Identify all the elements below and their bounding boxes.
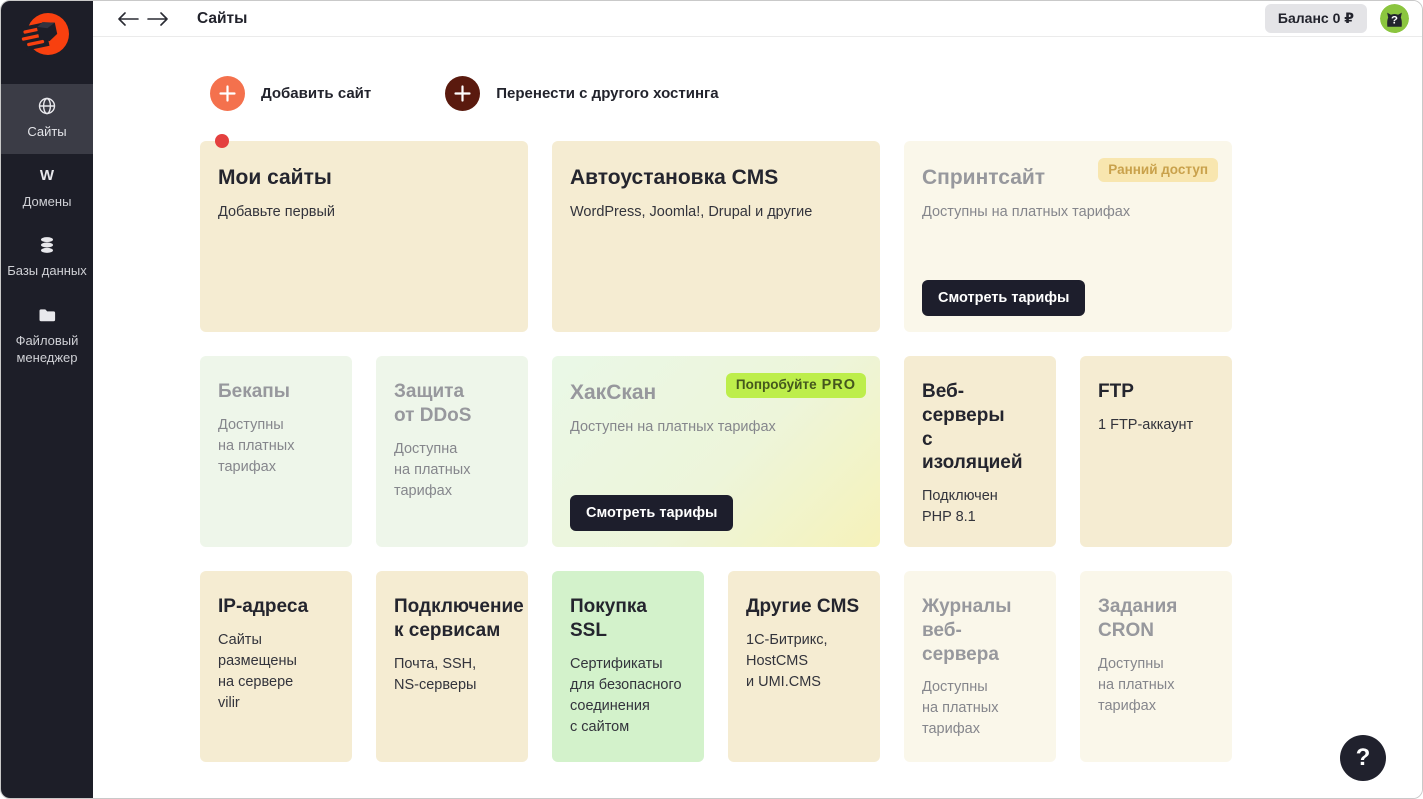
card-subtitle: WordPress, Joomla!, Drupal и другие [570,202,862,223]
card-subtitle: 1 FTP-аккаунт [1098,415,1214,436]
sidebar-item-label: Домены [23,194,72,209]
card-title: Защита от DDoS [394,380,510,428]
card-title: IP-адреса [218,595,334,619]
card-subtitle: Сертификаты для безопасного соединения с… [570,654,686,738]
card-title: Бекапы [218,380,334,404]
card-title: FTP [1098,380,1214,404]
card-ip-addresses[interactable]: IP-адреса Сайты размещены на сервере vil… [200,571,352,762]
card-title: Подключение к сервисам [394,595,510,643]
card-my-sites[interactable]: Мои сайты Добавьте первый [200,141,528,332]
card-ftp[interactable]: FTP 1 FTP-аккаунт [1080,356,1232,547]
card-title: Покупка SSL [570,595,686,643]
action-label: Перенести с другого хостинга [496,85,718,102]
card-subtitle: Добавьте первый [218,202,510,223]
sidebar-nav: Сайты W Домены Базы данных Файловый мене… [1,84,93,380]
card-other-cms[interactable]: Другие CMS 1С-Битрикс, HostCMS и UMI.CMS [728,571,880,762]
content: Добавить сайт Перенести с другого хостин… [93,37,1422,762]
hackscan-badge: ПопробуйтеPRO [726,373,866,398]
main-area: Сайты Баланс 0 ₽ ? Добавить сайт Перенес… [93,1,1422,798]
actions-row: Добавить сайт Перенести с другого хостин… [210,76,1422,111]
app-window: Сайты W Домены Базы данных Файловый мене… [0,0,1423,799]
action-label: Добавить сайт [261,85,371,102]
folder-icon [7,305,87,325]
card-subtitle: Подключен PHP 8.1 [922,486,1038,528]
card-subtitle: Доступны на платных тарифах [922,202,1214,223]
card-subtitle: Доступна на платных тарифах [394,439,510,502]
cards-grid: Мои сайты Добавьте первый Автоустановка … [200,141,1422,762]
card-title: Журналы веб-сервера [922,595,1038,666]
card-subtitle: 1С-Битрикс, HostCMS и UMI.CMS [746,630,862,693]
sprintsite-badge: Ранний доступ [1098,158,1218,182]
back-button[interactable] [113,7,143,31]
card-subtitle: Почта, SSH, NS-серверы [394,654,510,696]
sidebar-item-label: Сайты [27,124,66,139]
card-ssl-purchase[interactable]: Покупка SSL Сертификаты для безопасного … [552,571,704,762]
card-sprintsite[interactable]: Спринтсайт Доступны на платных тарифах Р… [904,141,1232,332]
page-title: Сайты [197,10,247,28]
card-hackscan[interactable]: ХакСкан Доступен на платных тарифах Попр… [552,356,880,547]
card-title: Автоустановка CMS [570,165,862,191]
card-title: Веб-серверы с изоляцией [922,380,1038,475]
plus-icon [445,76,480,111]
database-icon [7,235,87,255]
card-web-servers[interactable]: Веб-серверы с изоляцией Подключен PHP 8.… [904,356,1056,547]
cat-avatar-icon: ? [1380,4,1409,33]
notification-dot [215,134,229,148]
app-logo[interactable] [21,8,73,60]
view-tariffs-button[interactable]: Смотреть тарифы [922,280,1085,316]
plus-icon [210,76,245,111]
card-ddos-protection[interactable]: Защита от DDoS Доступна на платных тариф… [376,356,528,547]
card-web-server-logs[interactable]: Журналы веб-сервера Доступны на платных … [904,571,1056,762]
card-title: Задания CRON [1098,595,1214,643]
arrow-right-icon [147,12,169,26]
card-subtitle: Доступны на платных тарифах [1098,654,1214,717]
w-icon: W [7,166,87,186]
card-backups[interactable]: Бекапы Доступны на платных тарифах [200,356,352,547]
sidebar-item-sites[interactable]: Сайты [1,84,93,154]
card-services-connect[interactable]: Подключение к сервисам Почта, SSH, NS-се… [376,571,528,762]
card-subtitle: Сайты размещены на сервере vilir [218,630,334,714]
card-cms-autoinstall[interactable]: Автоустановка CMS WordPress, Joomla!, Dr… [552,141,880,332]
card-subtitle: Доступны на платных тарифах [218,415,334,478]
transfer-site-button[interactable]: Перенести с другого хостинга [445,76,718,111]
sidebar: Сайты W Домены Базы данных Файловый мене… [1,1,93,798]
card-title: Другие CMS [746,595,862,619]
avatar[interactable]: ? [1380,4,1409,33]
forward-button[interactable] [143,7,173,31]
sidebar-item-domains[interactable]: W Домены [1,154,93,224]
card-cron-tasks[interactable]: Задания CRON Доступны на платных тарифах [1080,571,1232,762]
add-site-button[interactable]: Добавить сайт [210,76,371,111]
topbar: Сайты Баланс 0 ₽ ? [93,1,1422,37]
globe-icon [7,96,87,116]
arrow-left-icon [117,12,139,26]
balance-button[interactable]: Баланс 0 ₽ [1265,4,1367,33]
sidebar-item-label: Базы данных [7,263,87,278]
svg-text:?: ? [1391,15,1398,27]
card-title: Мои сайты [218,165,510,191]
card-subtitle: Доступны на платных тарифах [922,677,1038,740]
help-button[interactable]: ? [1340,735,1386,781]
rocket-box-logo-icon [21,8,73,60]
sidebar-item-label: Файловый менеджер [16,333,79,366]
card-subtitle: Доступен на платных тарифах [570,417,862,438]
sidebar-item-file-manager[interactable]: Файловый менеджер [1,293,93,380]
sidebar-item-databases[interactable]: Базы данных [1,223,93,293]
view-tariffs-button[interactable]: Смотреть тарифы [570,495,733,531]
